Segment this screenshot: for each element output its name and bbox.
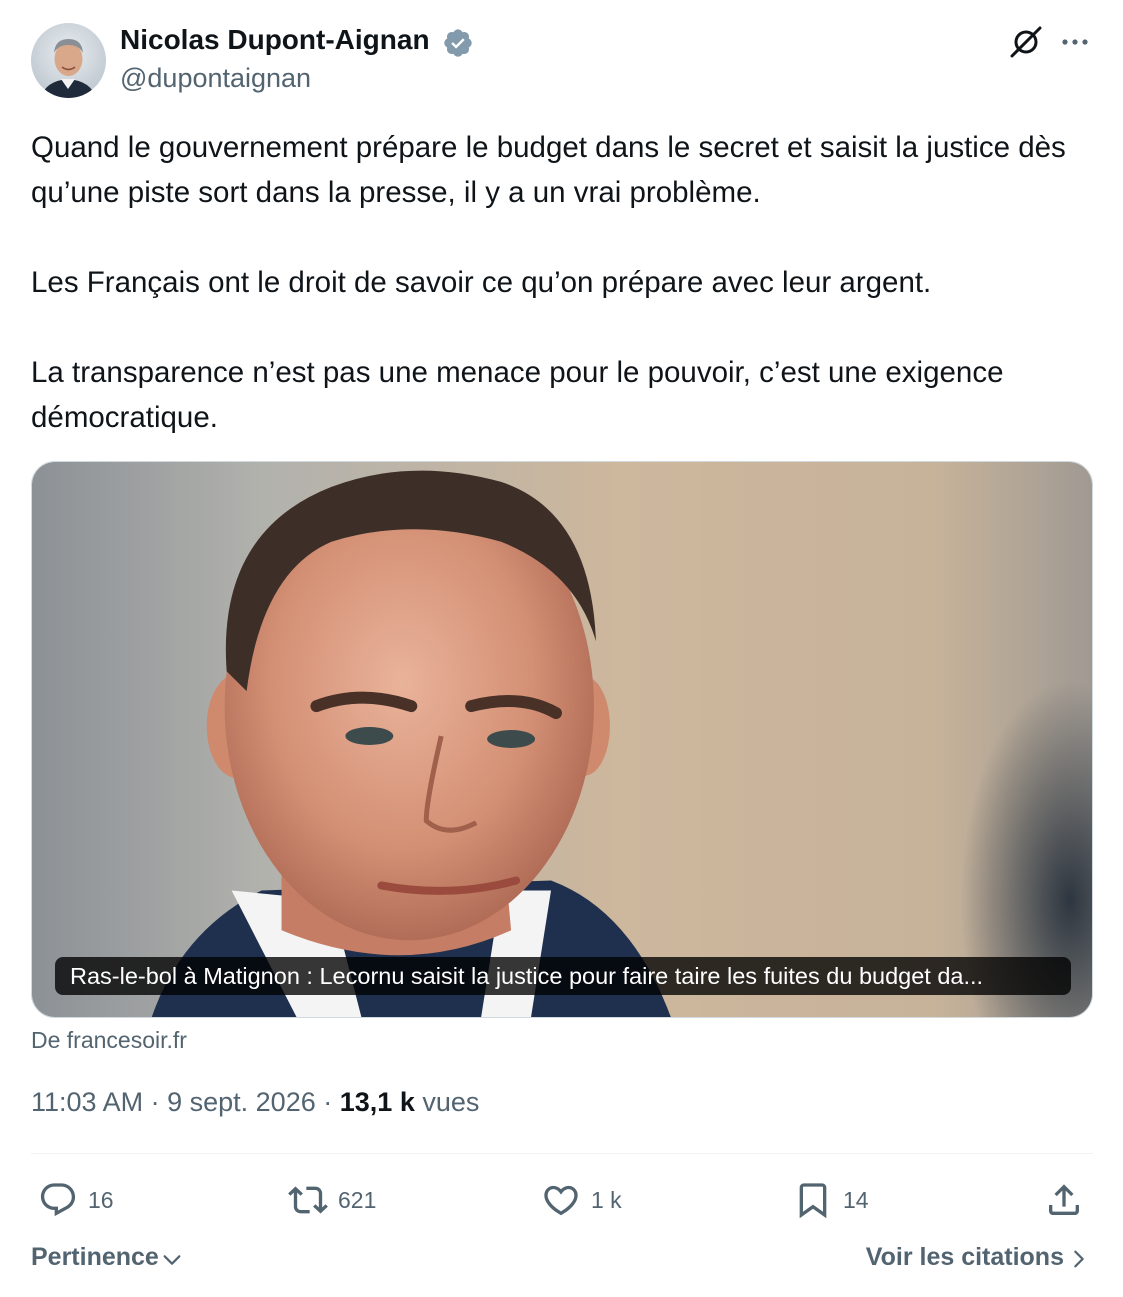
author-handle[interactable]: @dupontaignan — [120, 63, 311, 94]
views-label: vues — [422, 1087, 480, 1117]
share-button[interactable] — [1044, 1178, 1084, 1222]
tweet-detail: Nicolas Dupont-Aignan @dupontaignan Quan… — [0, 0, 1123, 1297]
tweet-time[interactable]: 11:03 AM — [31, 1087, 143, 1117]
bookmark-count: 14 — [843, 1186, 869, 1213]
sort-dropdown[interactable]: Pertinence — [31, 1243, 183, 1272]
chevron-down-icon — [163, 1254, 181, 1265]
more-icon[interactable] — [1058, 28, 1092, 56]
card-photo — [32, 462, 1092, 1017]
author-name[interactable]: Nicolas Dupont-Aignan — [120, 24, 430, 56]
repost-icon — [288, 1186, 328, 1214]
verified-badge-icon[interactable] — [442, 27, 474, 59]
view-quotes-link[interactable]: Voir les citations — [866, 1243, 1090, 1272]
like-count: 1 k — [591, 1186, 622, 1213]
tweet-paragraph: Les Français ont le droit de savoir ce q… — [31, 266, 932, 299]
tweet-paragraph: Quand le gouvernement prépare le budget … — [31, 131, 1066, 209]
meta-separator: · — [323, 1087, 333, 1117]
like-button[interactable]: 1 k — [541, 1178, 622, 1222]
sort-label: Pertinence — [31, 1243, 159, 1271]
reply-count: 16 — [88, 1186, 114, 1213]
avatar[interactable] — [31, 23, 106, 98]
meta-separator: · — [150, 1087, 160, 1117]
bookmark-icon — [799, 1183, 827, 1219]
tweet-text: Quand le gouvernement prépare le budget … — [31, 125, 1093, 440]
divider — [31, 1153, 1093, 1154]
avatar-image — [31, 23, 106, 98]
quotes-label: Voir les citations — [865, 1243, 1064, 1271]
tweet-paragraph: La transparence n’est pas une menace pou… — [31, 356, 1004, 434]
chevron-right-icon — [1074, 1250, 1084, 1268]
link-card[interactable]: Ras-le-bol à Matignon : Lecornu saisit l… — [31, 461, 1093, 1018]
views-count: 13,1 k — [339, 1087, 415, 1117]
card-source[interactable]: De francesoir.fr — [31, 1027, 187, 1054]
heart-icon — [544, 1185, 578, 1216]
reply-icon — [40, 1183, 76, 1217]
grok-icon[interactable] — [1008, 24, 1044, 60]
bookmark-button[interactable]: 14 — [793, 1178, 869, 1222]
tweet-meta: 11:03 AM · 9 sept. 2026 · 13,1 k vues — [31, 1087, 479, 1118]
share-icon — [1049, 1184, 1079, 1215]
repost-count: 621 — [338, 1186, 377, 1213]
reply-button[interactable]: 16 — [38, 1178, 114, 1222]
card-caption: Ras-le-bol à Matignon : Lecornu saisit l… — [55, 957, 1071, 995]
tweet-date[interactable]: 9 sept. 2026 — [167, 1087, 316, 1117]
repost-button[interactable]: 621 — [288, 1178, 376, 1222]
